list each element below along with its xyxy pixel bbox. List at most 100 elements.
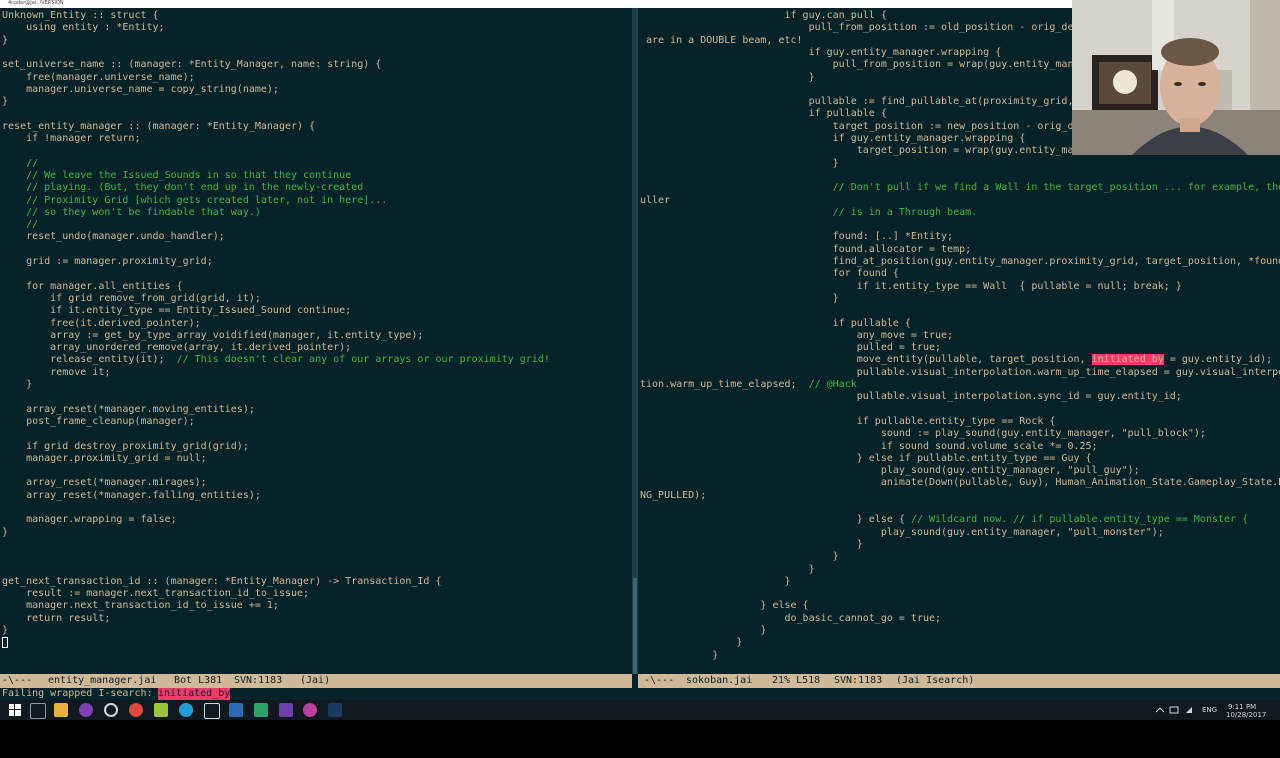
code-line[interactable]: target_position = wrap(guy.entity_manage (640, 145, 1098, 157)
clock[interactable]: 9:11 PM 10/28/2017 (1224, 700, 1276, 720)
code-line[interactable]: tion.warm_up_time_elapsed; // @Hack (640, 379, 857, 391)
code-line[interactable]: sound := play_sound(guy.entity_manager, … (640, 428, 1206, 440)
code-line[interactable]: manager.wrapping = false; (2, 514, 177, 526)
code-line[interactable]: } (2, 527, 8, 539)
code-line[interactable]: find_at_position(guy.entity_manager.prox… (640, 256, 1280, 268)
code-line[interactable]: free(it.derived_pointer); (2, 318, 201, 330)
code-line[interactable]: NG_PULLED); (640, 490, 706, 502)
code-line[interactable]: post_frame_cleanup(manager); (2, 416, 195, 428)
code-line[interactable]: remove it; (2, 367, 110, 379)
code-line[interactable]: // so they won't be findable that way.) (2, 207, 261, 219)
code-line[interactable]: } (640, 650, 718, 662)
chrome-icon[interactable] (129, 703, 143, 717)
code-line[interactable]: array_reset(*manager.mirages); (2, 477, 207, 489)
code-line[interactable]: using entity : *Entity; (2, 22, 164, 34)
code-line[interactable]: if grid destroy_proximity_grid(grid); (2, 441, 249, 453)
code-line[interactable]: // (2, 158, 38, 170)
app-icon-magenta[interactable] (303, 703, 317, 717)
code-line[interactable]: if pullable.entity_type == Rock { (640, 416, 1056, 428)
code-line[interactable]: if guy.entity_manager.wrapping { (640, 47, 1002, 59)
code-line[interactable]: pull_from_position := old_position - ori… (640, 22, 1098, 34)
code-line[interactable]: } (640, 576, 790, 588)
code-line[interactable]: } else { // Wildcard now. // if pullable… (640, 514, 1248, 526)
code-line[interactable]: found.allocator = temp; (640, 244, 971, 256)
code-line[interactable]: grid := manager.proximity_grid; (2, 256, 213, 268)
code-line[interactable]: } (640, 539, 863, 551)
language-indicator[interactable]: ENG (1202, 700, 1222, 720)
code-line[interactable]: are in a DOUBLE beam, etc! (640, 35, 803, 47)
code-line[interactable]: } (640, 551, 839, 563)
app-icon-purple[interactable] (79, 703, 93, 717)
code-line[interactable]: } (2, 35, 8, 47)
scrollbar-thumb[interactable] (633, 578, 637, 674)
code-line[interactable]: } (640, 72, 815, 84)
code-line[interactable]: release_entity(it); // This doesn't clea… (2, 354, 550, 366)
code-line[interactable]: pullable.visual_interpolation.sync_id = … (640, 391, 1182, 403)
app-icon-doc[interactable] (229, 703, 243, 717)
system-tray-icons[interactable] (1152, 700, 1202, 720)
code-line[interactable]: for manager.all_entities { (2, 281, 183, 293)
code-line[interactable]: // is in a Through beam. (640, 207, 978, 219)
visual-studio-icon[interactable] (279, 703, 293, 717)
code-line[interactable]: if grid remove_from_grid(grid, it); (2, 293, 261, 305)
code-line[interactable]: uller (640, 195, 670, 207)
code-line[interactable]: // Proximity Grid [which gets created la… (2, 195, 387, 207)
code-line[interactable]: pulled = true; (640, 342, 941, 354)
code-line[interactable]: // We leave the Issued_Sounds in so that… (2, 170, 351, 182)
code-line[interactable]: if pullable { (640, 318, 911, 330)
code-line[interactable]: } else if pullable.entity_type == Guy { (640, 453, 1092, 465)
code-line[interactable]: array_reset(*manager.falling_entities); (2, 490, 261, 502)
code-line[interactable]: } (640, 293, 839, 305)
left-editor-pane[interactable]: Unknown_Entity :: struct { using entity … (0, 8, 632, 674)
code-line[interactable]: if it.entity_type == Entity_Issued_Sound… (2, 305, 351, 317)
isearch-query[interactable]: initiated_by (158, 688, 231, 700)
code-line[interactable]: manager.next_transaction_id_to_issue += … (2, 600, 279, 612)
steam-icon[interactable] (328, 703, 342, 717)
app-icon-green[interactable] (154, 703, 168, 717)
app-icon-tool[interactable] (204, 703, 220, 719)
code-line[interactable]: reset_entity_manager :: (manager: *Entit… (2, 121, 315, 133)
code-line[interactable]: // (2, 219, 38, 231)
code-line[interactable]: if !manager return; (2, 133, 140, 145)
code-line[interactable]: if guy.can_pull { (640, 10, 886, 22)
code-line[interactable]: array := get_by_type_array_voidified(man… (2, 330, 423, 342)
code-line[interactable]: return result; (2, 613, 110, 625)
code-line[interactable]: if sound sound.volume_scale *= 0.25; (640, 441, 1098, 453)
code-line[interactable]: target_position := new_position - orig_d… (640, 121, 1098, 133)
code-line[interactable]: } (640, 637, 742, 649)
code-line[interactable]: pullable := find_pullable_at(proximity_g… (640, 96, 1098, 108)
code-line[interactable]: if pullable { (640, 108, 887, 120)
code-line[interactable]: // Don't pull if we find a Wall in the t… (640, 182, 1280, 194)
code-line[interactable]: } else { (640, 600, 808, 612)
code-line[interactable]: any_move = true; (640, 330, 953, 342)
code-line[interactable]: } (2, 96, 8, 108)
code-line[interactable]: // playing. (But, they don't end up in t… (2, 182, 363, 194)
code-line[interactable]: } (2, 625, 8, 637)
code-line[interactable]: if guy.entity_manager.wrapping { (640, 133, 1026, 145)
code-line[interactable]: Unknown_Entity :: struct { (2, 10, 159, 22)
code-line[interactable]: manager.proximity_grid = null; (2, 453, 207, 465)
code-line[interactable]: move_entity(pullable, target_position, i… (640, 354, 1272, 366)
code-line[interactable]: array_unordered_remove(array, it.derived… (2, 342, 351, 354)
code-line[interactable]: array_reset(*manager.moving_entities); (2, 404, 255, 416)
minibuffer[interactable]: Failing wrapped I-search: initiated_by (0, 688, 1280, 700)
code-line[interactable]: found: [..] *Entity; (640, 231, 953, 243)
code-line[interactable]: animate(Down(pullable, Guy), Human_Anima… (640, 477, 1280, 489)
code-line[interactable]: pullable.visual_interpolation.warm_up_ti… (640, 367, 1280, 379)
code-line[interactable]: free(manager.universe_name); (2, 72, 195, 84)
code-line[interactable]: if it.entity_type == Wall { pullable = n… (640, 281, 1182, 293)
windows-start-icon[interactable] (8, 703, 22, 717)
code-line[interactable]: reset_undo(manager.undo_handler); (2, 231, 225, 243)
code-line[interactable]: play_sound(guy.entity_manager, "pull_guy… (640, 465, 1140, 477)
file-explorer-icon[interactable] (54, 703, 68, 717)
code-line[interactable]: } (640, 158, 839, 170)
code-line[interactable]: } (2, 379, 32, 391)
code-line[interactable]: play_sound(guy.entity_manager, "pull_mon… (640, 527, 1164, 539)
code-line[interactable]: for found { (640, 268, 899, 280)
code-line[interactable]: pull_from_position = wrap(guy.entity_man… (640, 59, 1098, 71)
task-view-icon[interactable] (30, 703, 46, 719)
code-line[interactable]: get_next_transaction_id :: (manager: *En… (2, 576, 442, 588)
code-line[interactable]: } (640, 564, 815, 576)
code-line[interactable]: manager.universe_name = copy_string(name… (2, 84, 279, 96)
code-line[interactable]: result := manager.next_transaction_id_to… (2, 588, 309, 600)
